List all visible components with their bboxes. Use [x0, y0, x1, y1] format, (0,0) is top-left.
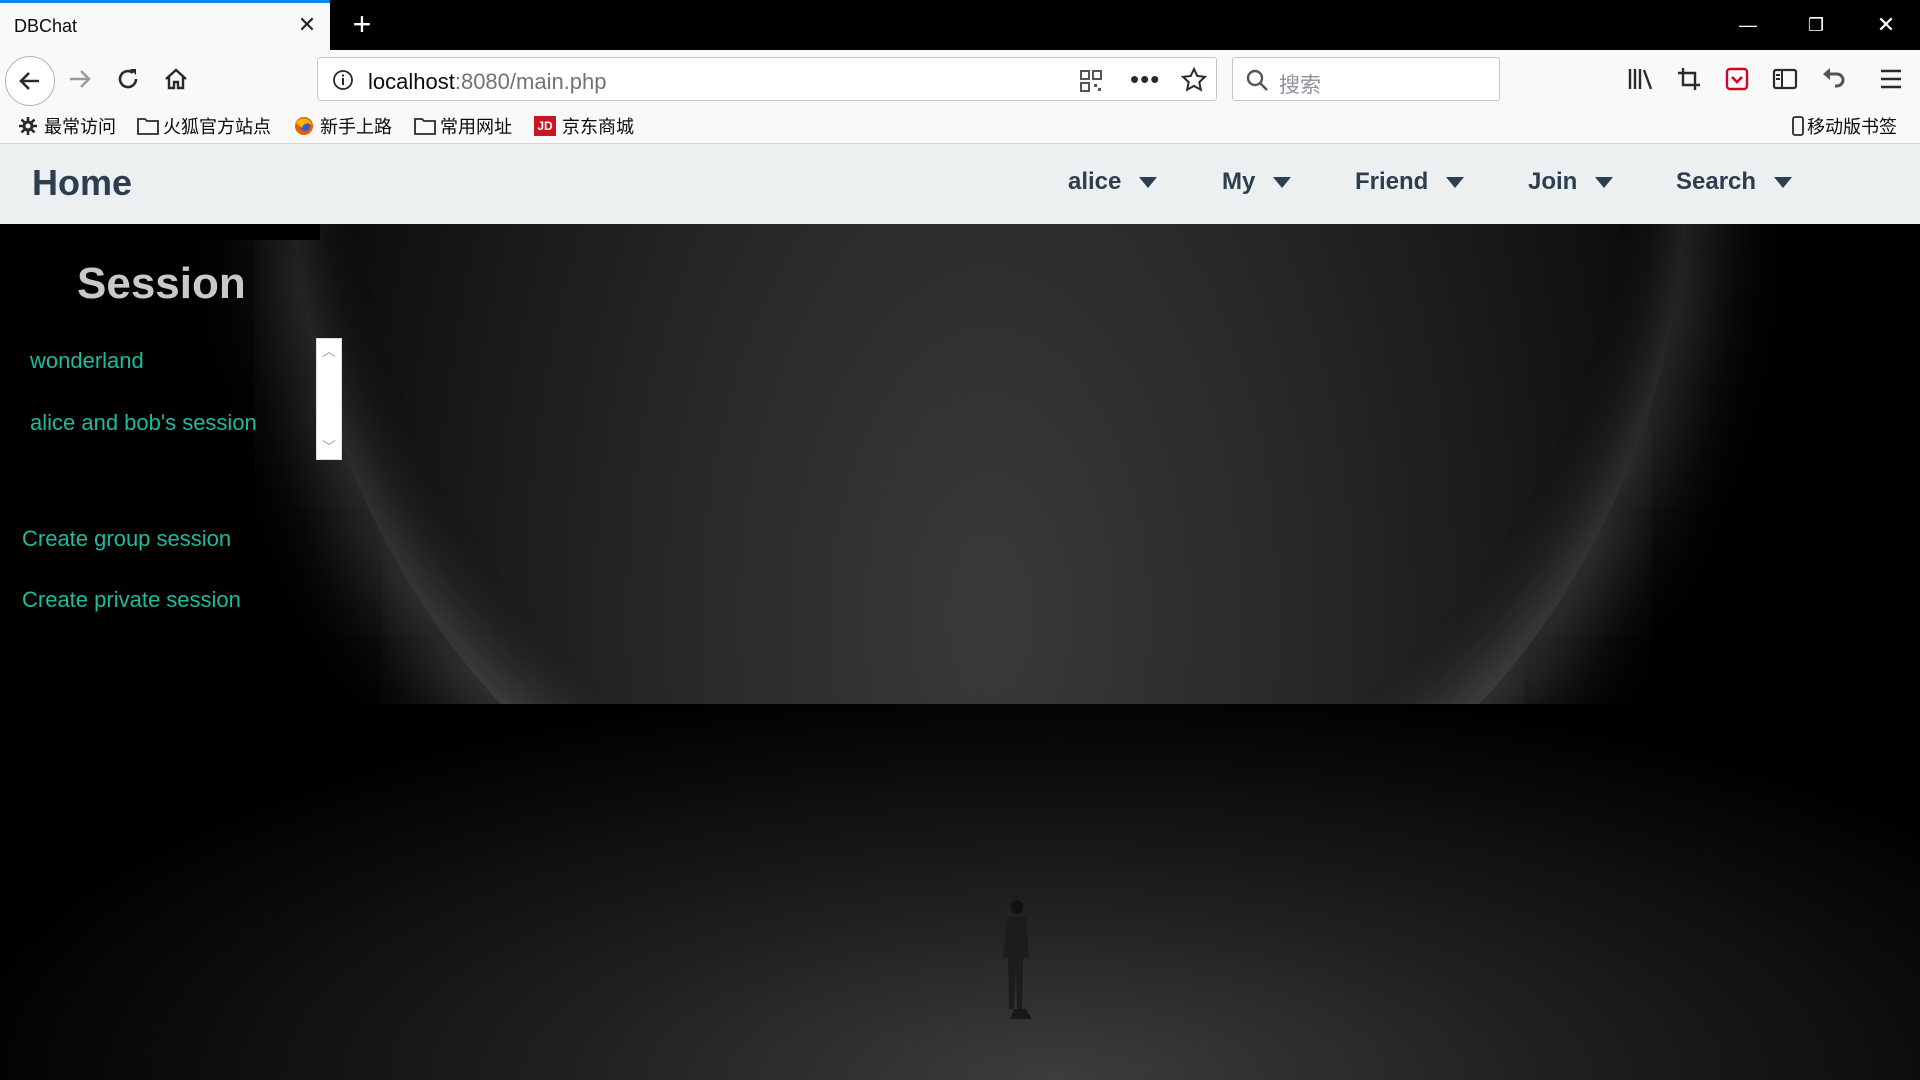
bookmark-label: 火狐官方站点 — [163, 117, 271, 137]
search-icon — [1245, 68, 1269, 97]
new-tab-icon[interactable]: + — [346, 7, 378, 41]
close-window-icon[interactable]: ✕ — [1852, 0, 1920, 50]
mobile-phone-icon — [1792, 116, 1804, 136]
caret-down-icon — [1446, 176, 1465, 188]
gear-icon — [18, 116, 38, 136]
home-icon[interactable] — [159, 62, 193, 96]
search-placeholder: 搜索 — [1279, 74, 1321, 97]
create-group-session-link[interactable]: Create group session — [22, 526, 231, 552]
caret-down-icon — [1774, 176, 1793, 188]
bookmark-jd-mall[interactable]: JD 京东商城 — [534, 114, 634, 138]
scroll-down-icon[interactable]: ﹀ — [317, 437, 341, 457]
menu-my[interactable]: My — [1222, 168, 1292, 196]
bookmark-most-visited[interactable]: 最常访问 — [18, 114, 116, 138]
tab-strip: DBChat ✕ + — ❐ ✕ — [0, 0, 1920, 50]
qr-code-icon[interactable] — [1079, 69, 1103, 98]
page-content: Home alice My Friend Join Search Session… — [0, 144, 1920, 1080]
menu-user-alice[interactable]: alice — [1068, 168, 1158, 196]
close-tab-icon[interactable]: ✕ — [294, 12, 320, 38]
bookmark-star-icon[interactable] — [1180, 66, 1208, 99]
bookmark-label: 新手上路 — [320, 117, 392, 137]
bookmark-common-sites[interactable]: 常用网址 — [414, 114, 512, 138]
ground-background-image — [0, 704, 1920, 1080]
back-icon[interactable] — [5, 56, 55, 106]
menu-label: alice — [1068, 168, 1122, 195]
url-text[interactable]: localhost:8080/main.php — [368, 69, 607, 95]
pocket-icon[interactable] — [1720, 62, 1754, 96]
session-link[interactable]: alice and bob's session — [30, 410, 257, 436]
home-link[interactable]: Home — [32, 162, 132, 204]
bookmark-label: 移动版书签 — [1807, 117, 1897, 137]
address-bar[interactable]: localhost:8080/main.php ••• — [317, 57, 1217, 101]
site-navbar: Home alice My Friend Join Search — [0, 144, 1920, 224]
caret-down-icon — [1273, 176, 1292, 188]
menu-label: Join — [1528, 168, 1578, 195]
restore-icon[interactable]: ❐ — [1782, 0, 1850, 50]
info-icon[interactable] — [332, 69, 354, 96]
screenshot-crop-icon[interactable] — [1672, 62, 1706, 96]
session-header-bar — [0, 224, 320, 240]
menu-label: Friend — [1355, 168, 1429, 195]
folder-icon — [414, 116, 436, 136]
caret-down-icon — [1595, 176, 1614, 188]
folder-icon — [137, 116, 159, 136]
bookmark-label: 最常访问 — [44, 117, 116, 137]
session-link[interactable]: wonderland — [30, 348, 144, 374]
standing-person-image — [1000, 899, 1034, 1019]
search-bar[interactable]: 搜索 — [1232, 57, 1500, 101]
minimize-icon[interactable]: — — [1714, 0, 1782, 50]
tab-title: DBChat — [14, 16, 78, 36]
page-actions-icon[interactable]: ••• — [1130, 64, 1160, 95]
menu-join[interactable]: Join — [1528, 168, 1614, 196]
bookmark-label: 常用网址 — [440, 117, 512, 137]
reload-icon[interactable] — [111, 62, 145, 96]
library-icon[interactable] — [1624, 62, 1658, 96]
firefox-logo-icon — [294, 116, 314, 136]
session-title: Session — [77, 259, 246, 308]
hamburger-menu-icon[interactable] — [1874, 62, 1908, 96]
jd-logo-icon: JD — [534, 116, 556, 136]
browser-tab[interactable]: DBChat ✕ — [0, 0, 330, 50]
scroll-up-icon[interactable]: ︿ — [317, 341, 341, 361]
menu-friend[interactable]: Friend — [1355, 168, 1465, 196]
create-private-session-link[interactable]: Create private session — [22, 587, 241, 613]
sidebar-toggle-icon[interactable] — [1768, 62, 1802, 96]
session-list[interactable]: wonderland alice and bob's session — [0, 336, 342, 458]
caret-down-icon — [1139, 176, 1158, 188]
browser-toolbar: localhost:8080/main.php ••• 搜索 — [0, 50, 1920, 108]
bookmarks-toolbar: 最常访问 火狐官方站点 新手上路 常用网址 JD 京东商城 移动版书签 — [0, 108, 1920, 144]
mobile-bookmarks[interactable]: 移动版书签 — [1792, 114, 1897, 138]
session-list-scrollbar[interactable]: ︿ ﹀ — [316, 338, 342, 460]
bookmark-firefox-sites[interactable]: 火狐官方站点 — [137, 114, 271, 138]
menu-label: My — [1222, 168, 1256, 195]
bookmark-label: 京东商城 — [562, 117, 634, 137]
menu-search[interactable]: Search — [1676, 168, 1793, 196]
undo-icon[interactable] — [1816, 62, 1850, 96]
bookmark-getting-started[interactable]: 新手上路 — [294, 114, 392, 138]
forward-icon[interactable] — [63, 62, 97, 96]
menu-label: Search — [1676, 168, 1757, 195]
